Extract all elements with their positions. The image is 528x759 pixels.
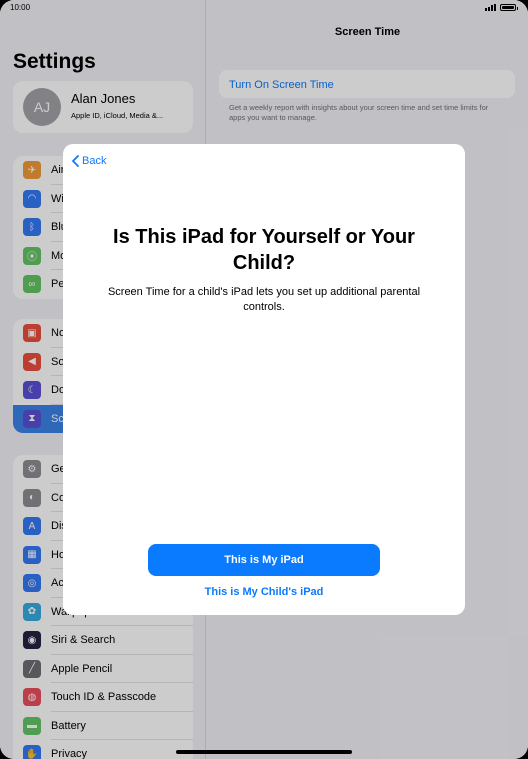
back-button[interactable]: Back xyxy=(71,155,106,167)
home-indicator[interactable] xyxy=(176,750,352,754)
screen-time-setup-sheet: Back Is This iPad for Yourself or Your C… xyxy=(63,144,465,615)
sheet-title: Is This iPad for Yourself or Your Child? xyxy=(113,226,415,274)
this-is-my-childs-ipad-button[interactable]: This is My Child's iPad xyxy=(148,586,380,598)
status-time: 10:00 xyxy=(10,3,31,12)
chevron-left-icon xyxy=(72,155,79,167)
this-is-my-ipad-button[interactable]: This is My iPad xyxy=(148,544,380,576)
ipad-screen: 10:00 Settings AJ Alan Jones Apple ID, i… xyxy=(0,0,528,759)
status-bar: 10:00 xyxy=(0,0,528,18)
signal-icon xyxy=(485,4,496,11)
status-icons xyxy=(485,4,518,11)
sheet-description: Screen Time for a child's iPad lets you … xyxy=(107,286,421,313)
back-label: Back xyxy=(82,155,107,167)
battery-status-icon xyxy=(500,4,518,11)
